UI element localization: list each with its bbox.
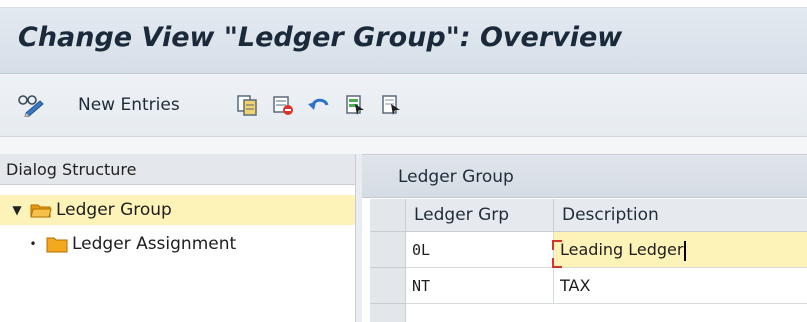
select-all-button[interactable] [340, 92, 370, 118]
glasses-pencil-icon [18, 95, 44, 117]
description-input[interactable]: Leading Ledger [554, 232, 807, 268]
folder-icon [46, 237, 68, 252]
row-selector[interactable] [370, 304, 406, 322]
tree-item-ledger-group[interactable]: ▼ Ledger Group [0, 195, 355, 225]
dialog-structure-panel: Dialog Structure ▼ Ledger Group • Ledger… [0, 154, 356, 322]
dialog-structure-header: Dialog Structure [0, 154, 355, 185]
new-entries-label: New Entries [78, 95, 180, 115]
bullet-icon: • [29, 237, 37, 251]
column-header-ledger-grp[interactable]: Ledger Grp [406, 199, 554, 232]
table-title: Ledger Group [362, 154, 807, 198]
description-cell[interactable]: TAX [554, 268, 807, 304]
row-selector[interactable] [370, 232, 406, 268]
delete-button[interactable] [268, 92, 298, 118]
display-change-button[interactable] [14, 92, 48, 118]
tree-item-label: Ledger Group [56, 200, 172, 220]
toolbar-spacer [0, 137, 807, 154]
top-strip [0, 0, 807, 8]
description-value: Leading Ledger [560, 240, 684, 259]
deselect-all-button[interactable] [376, 92, 406, 118]
delete-icon [273, 96, 293, 115]
expand-arrow-icon[interactable]: ▼ [10, 203, 24, 217]
required-marker [552, 240, 562, 250]
select-all-rows-button[interactable] [370, 199, 406, 232]
undo-change-button[interactable] [304, 92, 334, 118]
ledger-group-table-panel: Ledger Group Ledger Grp Description 0L L… [362, 154, 807, 322]
copy-as-button[interactable] [232, 92, 262, 118]
ledger-grp-cell[interactable]: NT [406, 268, 554, 304]
copy-as-icon [237, 95, 257, 116]
undo-change-icon [308, 98, 329, 110]
new-entries-button[interactable]: New Entries [78, 92, 180, 118]
deselect-all-icon [382, 95, 400, 115]
tree-item-label: Ledger Assignment [72, 234, 237, 254]
column-header-description[interactable]: Description [554, 199, 807, 232]
open-folder-icon [30, 204, 52, 217]
select-all-icon [346, 95, 364, 115]
window-title: Change View "Ledger Group": Overview [18, 22, 623, 53]
row-selector[interactable] [370, 268, 406, 304]
text-caret [684, 240, 687, 261]
ledger-grp-cell[interactable]: 0L [406, 232, 554, 268]
title-bar: Change View "Ledger Group": Overview [0, 8, 807, 74]
application-toolbar: New Entries [0, 74, 807, 137]
required-marker [552, 258, 562, 268]
tree-item-ledger-assignment[interactable]: • Ledger Assignment [0, 229, 355, 259]
